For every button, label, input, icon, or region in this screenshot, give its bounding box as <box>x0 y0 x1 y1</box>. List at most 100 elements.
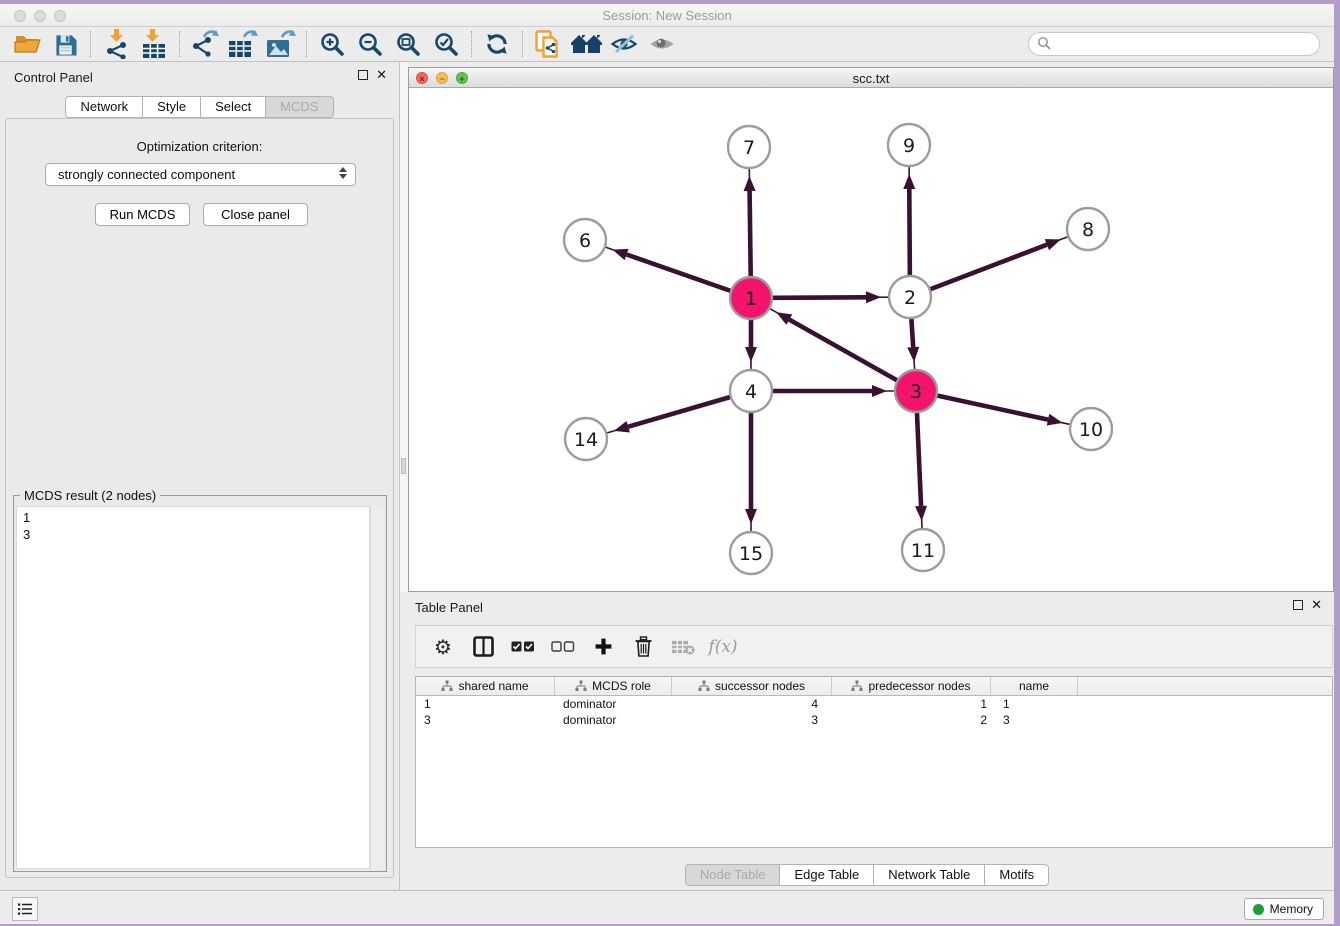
import-network-icon[interactable] <box>97 28 135 60</box>
graph-node-9[interactable]: 9 <box>888 124 930 166</box>
refresh-view-icon[interactable] <box>478 28 516 60</box>
graph-node-14[interactable]: 14 <box>565 418 607 460</box>
graph-node-3[interactable]: 3 <box>895 370 937 412</box>
column-header-predecessor-nodes[interactable]: predecessor nodes <box>832 677 991 695</box>
cell-shared-name[interactable]: 1 <box>416 696 555 712</box>
zoom-in-icon[interactable] <box>313 28 351 60</box>
cell-successor-nodes[interactable]: 4 <box>672 696 832 712</box>
tab-edge-table[interactable]: Edge Table <box>780 864 874 886</box>
tab-network-table[interactable]: Network Table <box>874 864 985 886</box>
graph-edge-3-11[interactable] <box>915 413 927 528</box>
zoom-selected-icon[interactable] <box>427 28 465 60</box>
graph-edge-3-10[interactable] <box>937 396 1069 426</box>
search-box <box>1028 32 1320 56</box>
graph-node-7[interactable]: 7 <box>728 126 770 168</box>
graph-node-label: 7 <box>743 137 755 159</box>
task-history-button[interactable] <box>12 897 38 921</box>
graph-edge-2-9[interactable] <box>903 167 915 275</box>
import-table-icon[interactable] <box>135 28 173 60</box>
cell-name[interactable]: 1 <box>991 696 1078 712</box>
graph-edge-1-7[interactable] <box>744 169 756 276</box>
tab-motifs[interactable]: Motifs <box>985 864 1049 886</box>
graph-edge-2-8[interactable] <box>931 237 1068 289</box>
memory-label: Memory <box>1270 902 1313 916</box>
sort-icon[interactable] <box>851 680 863 692</box>
split-panel-icon[interactable] <box>470 633 496 661</box>
zoom-out-icon[interactable] <box>351 28 389 60</box>
save-session-icon[interactable] <box>46 28 84 60</box>
graph-edge-1-4[interactable] <box>745 320 757 369</box>
cell-mcds-role[interactable]: dominator <box>555 712 672 728</box>
control-panel-float-icon[interactable] <box>358 70 368 80</box>
tab-mcds[interactable]: MCDS <box>266 96 333 118</box>
first-neighbors-icon[interactable] <box>567 28 605 60</box>
tab-select[interactable]: Select <box>201 96 266 118</box>
graph-node-2[interactable]: 2 <box>889 276 931 318</box>
table-header-row: shared name MCDS role successor nodes pr… <box>416 677 1332 696</box>
column-header-successor-nodes[interactable]: successor nodes <box>672 677 832 695</box>
export-table-icon[interactable] <box>224 28 262 60</box>
graph-node-4[interactable]: 4 <box>730 370 772 412</box>
graph-node-15[interactable]: 15 <box>730 532 772 574</box>
export-network-icon[interactable] <box>186 28 224 60</box>
table-row[interactable]: 3 dominator 3 2 3 <box>416 712 1332 728</box>
graph-edge-4-3[interactable] <box>773 385 894 397</box>
cell-successor-nodes[interactable]: 3 <box>672 712 832 728</box>
graph-edge-2-3[interactable] <box>907 319 919 369</box>
search-input[interactable] <box>1051 34 1319 54</box>
table-panel-close-icon[interactable]: ✕ <box>1311 599 1322 611</box>
new-network-from-selection-icon[interactable] <box>529 28 567 60</box>
export-image-icon[interactable] <box>262 28 300 60</box>
graph-edge-4-14[interactable] <box>607 397 730 433</box>
result-scrollbar[interactable] <box>370 506 384 869</box>
close-panel-button[interactable]: Close panel <box>203 203 308 226</box>
run-mcds-button[interactable]: Run MCDS <box>95 203 190 226</box>
graph-node-label: 6 <box>579 230 591 252</box>
graph-edge-3-1[interactable] <box>770 309 897 380</box>
add-column-icon[interactable] <box>590 633 616 661</box>
network-window-titlebar[interactable]: × − + scc.txt <box>409 68 1333 88</box>
tab-network[interactable]: Network <box>65 96 143 118</box>
graph-edge-4-15[interactable] <box>745 413 757 531</box>
splitter-handle[interactable] <box>401 458 406 474</box>
cell-predecessor-nodes[interactable]: 2 <box>832 712 991 728</box>
graph-node-10[interactable]: 10 <box>1070 408 1112 450</box>
delete-columns-icon[interactable] <box>630 633 656 661</box>
column-header-mcds-role[interactable]: MCDS role <box>555 677 672 695</box>
column-header-name[interactable]: name <box>991 677 1078 695</box>
hide-selected-icon[interactable] <box>605 28 643 60</box>
table-row[interactable]: 1 dominator 4 1 1 <box>416 696 1332 712</box>
table-settings-icon[interactable]: ⚙ <box>430 633 456 661</box>
mcds-result-list[interactable]: 1 3 <box>16 506 370 869</box>
sort-icon[interactable] <box>575 680 587 692</box>
sort-icon[interactable] <box>441 680 453 692</box>
graph-node-6[interactable]: 6 <box>564 219 606 261</box>
sort-icon[interactable] <box>698 680 710 692</box>
open-file-icon[interactable] <box>8 28 46 60</box>
table-panel-float-icon[interactable] <box>1293 600 1303 610</box>
memory-button[interactable]: Memory <box>1244 898 1324 920</box>
show-all-icon[interactable] <box>643 28 681 60</box>
tab-style[interactable]: Style <box>143 96 201 118</box>
graph-node-1[interactable]: 1 <box>730 277 772 319</box>
cell-predecessor-nodes[interactable]: 1 <box>832 696 991 712</box>
control-panel-close-icon[interactable]: ✕ <box>376 69 387 81</box>
column-header-shared-name[interactable]: shared name <box>416 677 555 695</box>
deselect-all-rows-icon[interactable] <box>550 633 576 661</box>
zoom-fit-content-icon[interactable] <box>389 28 427 60</box>
criterion-select[interactable]: strongly connected component <box>45 163 356 186</box>
function-builder-icon[interactable]: f(x) <box>710 633 736 661</box>
delete-table-icon[interactable] <box>670 633 696 661</box>
select-all-rows-icon[interactable] <box>510 633 536 661</box>
graph-node-label: 11 <box>911 540 935 562</box>
cell-mcds-role[interactable]: dominator <box>555 696 672 712</box>
graph-edge-1-2[interactable] <box>773 291 888 303</box>
cell-shared-name[interactable]: 3 <box>416 712 555 728</box>
network-canvas[interactable]: 1 2 3 4 6 7 8 9 10 11 14 15 <box>409 88 1333 591</box>
graph-node-8[interactable]: 8 <box>1067 208 1109 250</box>
graph-node-11[interactable]: 11 <box>902 529 944 571</box>
graph-edge-1-6[interactable] <box>606 247 730 290</box>
cell-name[interactable]: 3 <box>991 712 1078 728</box>
vertical-splitter[interactable] <box>400 62 408 592</box>
tab-node-table[interactable]: Node Table <box>685 864 781 886</box>
